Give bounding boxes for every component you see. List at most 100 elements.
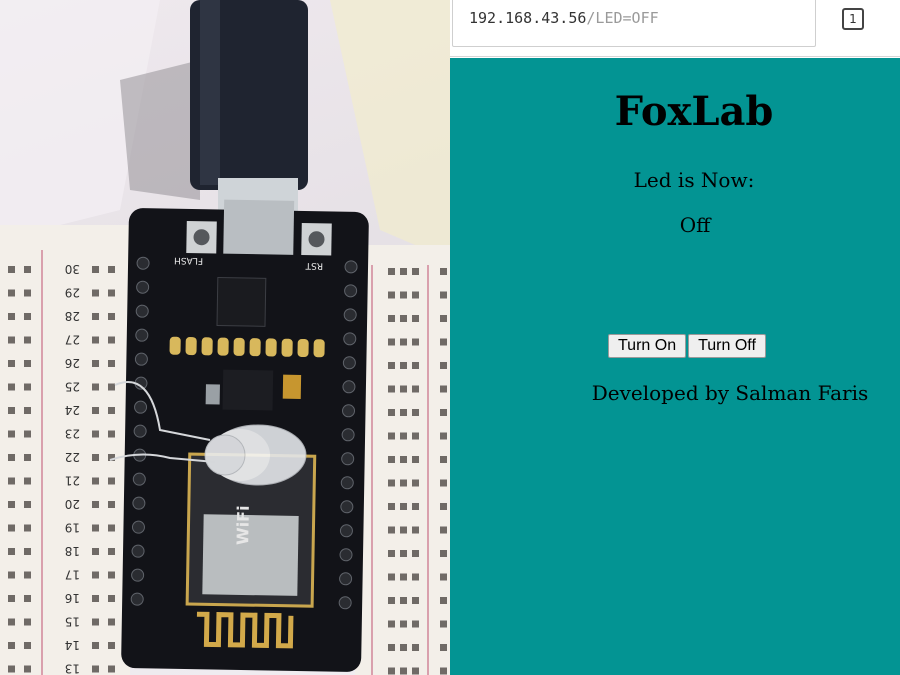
turn-on-button[interactable]: Turn On — [608, 334, 687, 358]
breadboard-hole — [412, 526, 419, 534]
breadboard-hole — [440, 644, 447, 651]
breadboard-hole — [412, 620, 419, 628]
header-pin — [340, 476, 354, 490]
breadboard-row-number: 14 — [65, 638, 80, 652]
breadboard-row-number: 13 — [65, 662, 80, 675]
breadboard-row-number: 16 — [65, 591, 80, 605]
header-pin — [341, 428, 355, 442]
breadboard-hole — [412, 385, 419, 393]
breadboard-hole — [24, 360, 31, 367]
breadboard-hole — [400, 479, 407, 487]
breadboard-hole — [412, 667, 419, 675]
breadboard-hole — [440, 620, 447, 628]
developer-credit: Developed by Salman Faris — [591, 381, 869, 405]
breadboard-row-number: 17 — [65, 568, 80, 582]
breadboard-hole — [400, 268, 407, 275]
breadboard-hole — [108, 501, 115, 508]
breadboard-hole — [8, 524, 15, 532]
breadboard-hole — [24, 524, 31, 532]
breadboard-hole — [92, 571, 99, 579]
address-bar: 192.168.43.56/LED=OFF 1 — [450, 0, 900, 57]
breadboard-row-number: 15 — [65, 615, 80, 629]
led-status-label: Led is Now: — [633, 168, 755, 192]
breadboard-hole — [388, 409, 395, 416]
breadboard-hole — [388, 597, 395, 604]
breadboard-hole — [92, 642, 99, 649]
header-pin — [131, 568, 145, 582]
breadboard-hole — [440, 432, 447, 440]
breadboard-row-number: 25 — [65, 380, 80, 394]
breadboard-hole — [24, 665, 31, 673]
breadboard-hole — [8, 618, 15, 626]
breadboard-hole — [8, 454, 15, 461]
led-status-value: Off — [679, 213, 711, 237]
breadboard-hole — [92, 313, 99, 320]
breadboard-hole — [412, 338, 419, 346]
breadboard-hole — [24, 571, 31, 579]
url-host: 192.168.43.56 — [469, 9, 587, 27]
breadboard-hole — [400, 432, 407, 440]
header-pin — [135, 328, 149, 342]
breadboard-hole — [24, 313, 31, 320]
breadboard-hole — [440, 573, 447, 581]
breadboard-hole — [400, 573, 407, 581]
page-title: FoxLab — [614, 88, 774, 135]
tab-switcher-button[interactable]: 1 — [842, 8, 864, 30]
breadboard-hole — [440, 385, 447, 393]
breadboard-hole — [108, 642, 115, 649]
breadboard-hole — [400, 315, 407, 322]
breadboard-hole — [8, 548, 15, 555]
breadboard-hole — [440, 291, 447, 299]
breadboard-hole — [92, 407, 99, 414]
url-path: /LED=OFF — [586, 9, 659, 27]
breadboard-hole — [440, 315, 447, 322]
breadboard-hole — [412, 644, 419, 651]
header-pin — [339, 524, 353, 538]
breadboard-hole — [108, 548, 115, 555]
header-pin — [339, 572, 353, 586]
breadboard-hole — [8, 477, 15, 485]
breadboard-hole — [412, 409, 419, 416]
breadboard-row-number: 21 — [65, 474, 80, 488]
breadboard-hole — [108, 313, 115, 320]
breadboard-hole — [24, 407, 31, 414]
breadboard-hole — [400, 526, 407, 534]
breadboard-row-number: 23 — [65, 427, 80, 441]
breadboard-row-number: 19 — [65, 521, 80, 535]
breadboard-hole — [400, 644, 407, 651]
breadboard-hole — [24, 642, 31, 649]
breadboard-hole — [108, 383, 115, 391]
breadboard-hole — [8, 571, 15, 579]
breadboard-row-number: 22 — [65, 450, 80, 464]
breadboard-hole — [24, 289, 31, 297]
breadboard-hole — [92, 289, 99, 297]
breadboard-hole — [24, 383, 31, 391]
breadboard-hole — [8, 383, 15, 391]
breadboard-hole — [412, 456, 419, 463]
led-controls: Turn On Turn Off — [608, 334, 768, 358]
breadboard-hole — [108, 618, 115, 626]
breadboard-hole — [92, 336, 99, 344]
breadboard-hole — [412, 432, 419, 440]
url-field[interactable]: 192.168.43.56/LED=OFF — [452, 0, 816, 47]
breadboard-hole — [440, 550, 447, 557]
breadboard-hole — [24, 618, 31, 626]
breadboard-hole — [388, 526, 395, 534]
breadboard-hole — [92, 524, 99, 532]
breadboard-hole — [92, 430, 99, 438]
breadboard-hole — [440, 526, 447, 534]
wifi-logo-text: WiFi — [233, 505, 253, 545]
breadboard-hole — [440, 456, 447, 463]
breadboard-hole — [24, 477, 31, 485]
breadboard-hole — [388, 385, 395, 393]
turn-off-button[interactable]: Turn Off — [688, 334, 766, 358]
breadboard-hole — [412, 362, 419, 369]
header-pin — [343, 332, 357, 346]
breadboard-hole — [24, 595, 31, 602]
breadboard-hole — [440, 362, 447, 369]
breadboard-hole — [8, 313, 15, 320]
breadboard-hole — [388, 338, 395, 346]
nodemcu-board-illustration: 30 29 28 27 26 25 24 23 22 21 20 19 18 17 16 15 14 13 FLA… — [0, 0, 450, 675]
breadboard-row-number: 26 — [65, 356, 80, 370]
breadboard-row-number: 29 — [65, 286, 80, 300]
